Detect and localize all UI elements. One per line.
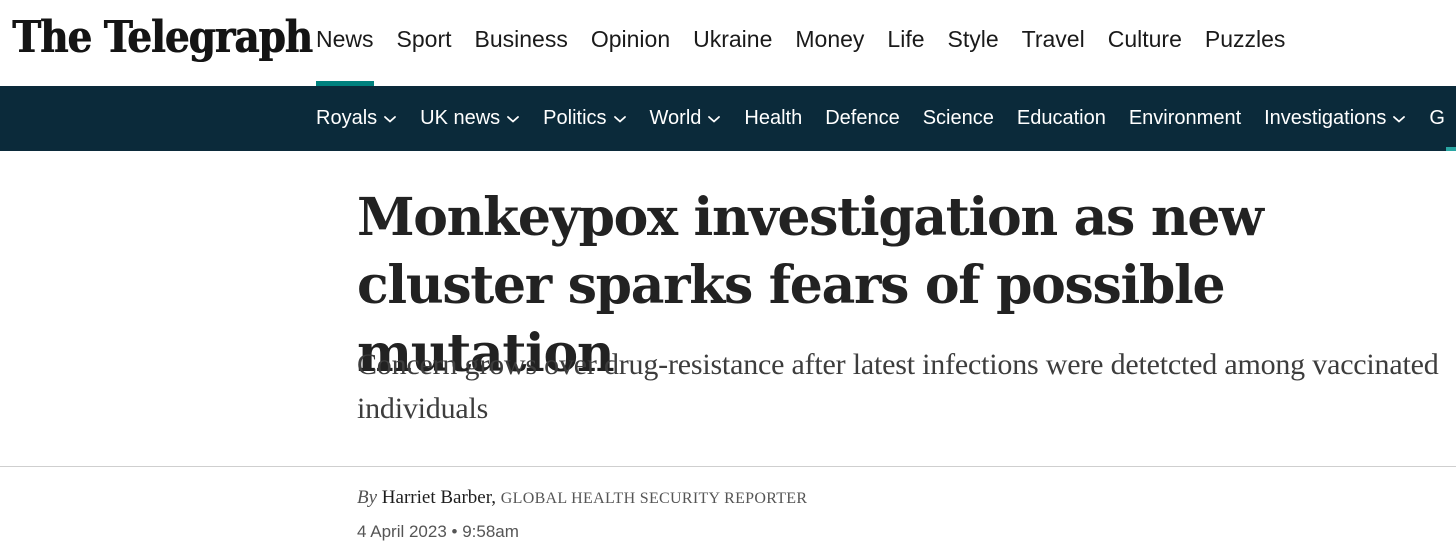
subnav-item-label: Health bbox=[744, 107, 803, 129]
article-standfirst: Concern grows over drug-resistance after… bbox=[357, 348, 1439, 425]
telegraph-logo[interactable]: The Telegraph bbox=[12, 10, 313, 66]
divider bbox=[0, 466, 1456, 467]
chevron-down-icon bbox=[707, 114, 721, 124]
subnav-item-label: Defence bbox=[825, 107, 900, 129]
publish-date: 4 April 2023 • 9:58am bbox=[357, 522, 519, 541]
subnav-item-label: Environment bbox=[1128, 107, 1242, 129]
subnav-item-education[interactable]: Education bbox=[1017, 86, 1106, 151]
nav-item-travel[interactable]: Travel bbox=[1022, 0, 1085, 86]
secondary-nav: Royals UK news Politics World Health Defence S… bbox=[0, 86, 1456, 151]
subnav-item-label: Science bbox=[922, 107, 994, 129]
subnav-item-label: Investigations bbox=[1264, 107, 1387, 129]
subnav-item-environment[interactable]: Environment bbox=[1129, 86, 1241, 151]
nav-item-life[interactable]: Life bbox=[887, 0, 924, 86]
nav-item-ukraine[interactable]: Ukraine bbox=[693, 0, 772, 86]
subnav-item-label: G bbox=[1429, 107, 1445, 129]
nav-item-business[interactable]: Business bbox=[475, 0, 568, 86]
secondary-nav-list: Royals UK news Politics World Health Defence S… bbox=[316, 86, 1456, 151]
primary-nav: News Sport Business Opinion Ukraine Money Life… bbox=[316, 0, 1308, 86]
subnav-item-uk-news[interactable]: UK news bbox=[420, 86, 520, 151]
nav-item-culture[interactable]: Culture bbox=[1108, 0, 1182, 86]
nav-item-news[interactable]: News bbox=[316, 0, 374, 86]
chevron-down-icon bbox=[383, 114, 397, 124]
author-role: GLOBAL HEALTH SECURITY REPORTER bbox=[500, 490, 808, 507]
subnav-item-defence[interactable]: Defence bbox=[825, 86, 900, 151]
subnav-item-label: Education bbox=[1016, 107, 1106, 129]
chevron-down-icon bbox=[1392, 114, 1406, 124]
nav-item-opinion[interactable]: Opinion bbox=[591, 0, 670, 86]
nav-item-style[interactable]: Style bbox=[948, 0, 999, 86]
subnav-item-investigations[interactable]: Investigations bbox=[1264, 86, 1406, 151]
byline: By Harriet Barber, GLOBAL HEALTH SECURIT… bbox=[357, 487, 807, 509]
nav-item-money[interactable]: Money bbox=[795, 0, 864, 86]
subnav-item-royals[interactable]: Royals bbox=[316, 86, 397, 151]
subnav-item-health[interactable]: Health bbox=[744, 86, 802, 151]
nav-item-sport[interactable]: Sport bbox=[397, 0, 452, 86]
author-link[interactable]: Harriet Barber, bbox=[382, 487, 496, 508]
subnav-item-label: Politics bbox=[543, 107, 607, 129]
byline-prefix: By bbox=[357, 487, 378, 508]
subnav-item-label: Royals bbox=[316, 107, 378, 129]
subnav-item-label: UK news bbox=[420, 107, 501, 129]
subnav-item-politics[interactable]: Politics bbox=[543, 86, 626, 151]
nav-item-puzzles[interactable]: Puzzles bbox=[1205, 0, 1286, 86]
site-header: The Telegraph News Sport Business Opinion Uk… bbox=[0, 0, 1456, 86]
scroll-indicator bbox=[1446, 147, 1456, 151]
chevron-down-icon bbox=[613, 114, 627, 124]
subnav-item-science[interactable]: Science bbox=[923, 86, 994, 151]
subnav-item-g[interactable]: G bbox=[1429, 86, 1445, 151]
subnav-item-label: World bbox=[649, 107, 702, 129]
chevron-down-icon bbox=[506, 114, 520, 124]
subnav-item-world[interactable]: World bbox=[650, 86, 722, 151]
